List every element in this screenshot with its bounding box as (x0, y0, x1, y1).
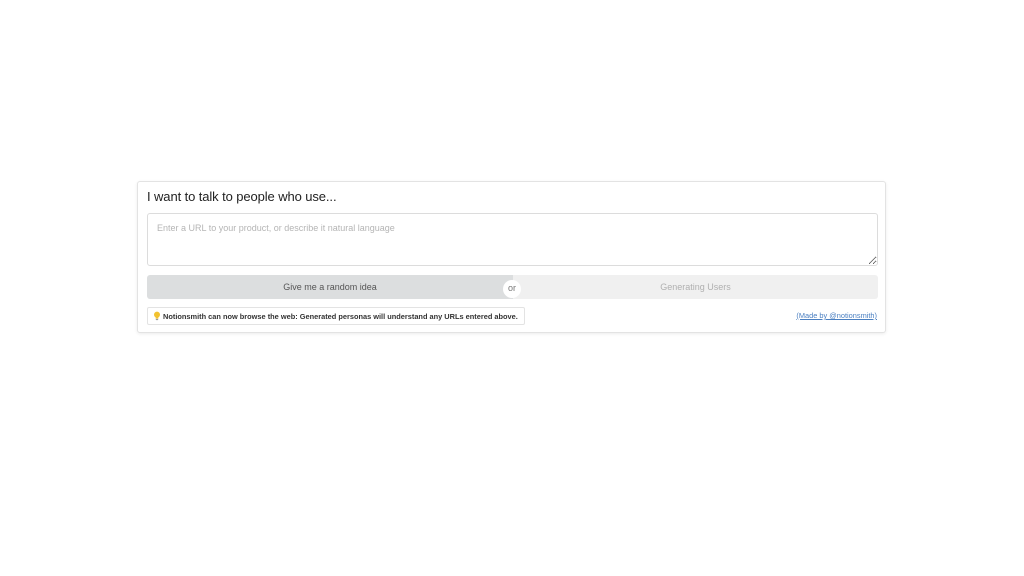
persona-form-card: I want to talk to people who use... Give… (137, 181, 886, 333)
web-browsing-notice: Notionsmith can now browse the web: Gene… (147, 307, 525, 325)
page: I want to talk to people who use... Give… (0, 0, 1024, 576)
random-idea-button[interactable]: Give me a random idea (147, 275, 513, 299)
or-divider: or (503, 280, 521, 298)
product-url-input[interactable] (147, 213, 878, 266)
form-heading: I want to talk to people who use... (147, 189, 337, 204)
notice-text: Notionsmith can now browse the web: Gene… (163, 311, 518, 321)
made-by-link[interactable]: (Made by @notionsmith) (796, 311, 877, 320)
lightbulb-icon (154, 311, 160, 321)
action-row: Give me a random idea Generating Users o… (147, 275, 878, 299)
generating-users-button[interactable]: Generating Users (513, 275, 878, 299)
